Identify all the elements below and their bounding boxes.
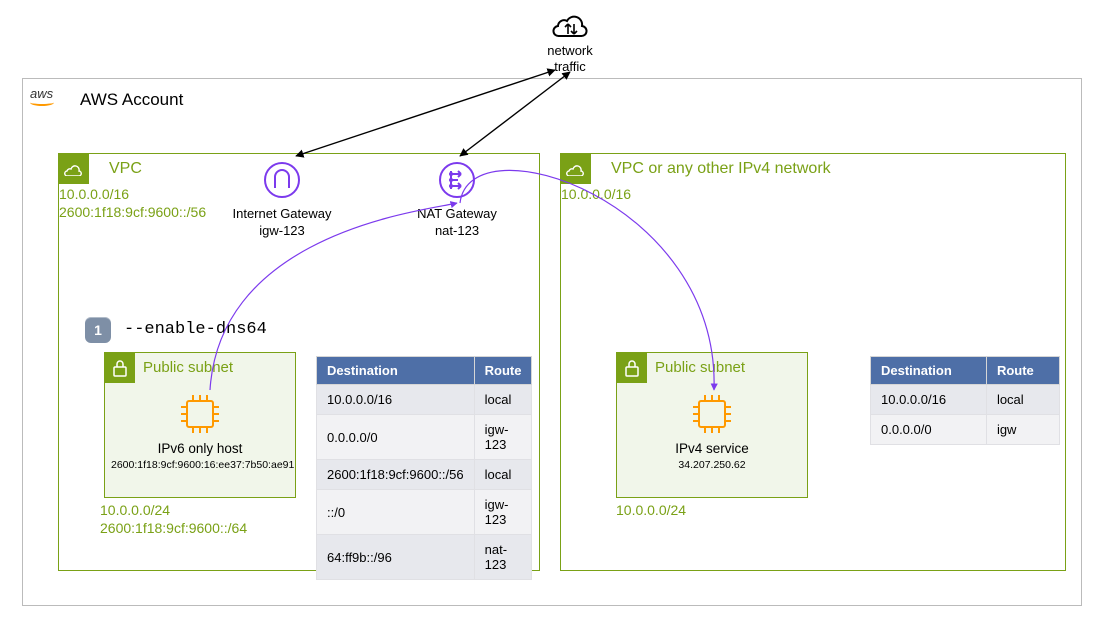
route-table-right: Destination Route 10.0.0.0/16local 0.0.0…	[870, 356, 1060, 445]
vpc-left-cidr: 10.0.0.0/16 2600:1f18:9cf:9600::/56	[59, 186, 206, 221]
subnet-right-cidr: 10.0.0.0/24	[616, 502, 686, 520]
table-row: 64:ff9b::/96nat-123	[317, 535, 532, 580]
public-subnet-right: Public subnet IPv4 service 34.207.250.62	[616, 352, 808, 498]
table-row: 10.0.0.0/16local	[871, 385, 1060, 415]
nat-gateway: NAT Gateway nat-123	[397, 160, 517, 239]
vpc-icon	[561, 154, 591, 184]
network-traffic-label: network traffic	[540, 43, 600, 74]
natgw-icon	[437, 160, 477, 200]
vpc-left-title: VPC	[109, 160, 142, 178]
table-row: 10.0.0.0/16local	[317, 385, 532, 415]
table-row: 0.0.0.0/0igw-123	[317, 415, 532, 460]
route-table-left: Destination Route 10.0.0.0/16local 0.0.0…	[316, 356, 532, 580]
table-row: ::/0igw-123	[317, 490, 532, 535]
natgw-id: nat-123	[397, 223, 517, 239]
igw-id: igw-123	[222, 223, 342, 239]
subnet-icon	[105, 353, 135, 383]
natgw-name: NAT Gateway	[397, 206, 517, 222]
igw-name: Internet Gateway	[222, 206, 342, 222]
table-row: 2600:1f18:9cf:9600::/56local	[317, 460, 532, 490]
rt1-h1: Route	[474, 357, 532, 385]
host-right-label: IPv4 service	[617, 441, 807, 456]
subnet-left-title: Public subnet	[143, 359, 233, 376]
host-left-label: IPv6 only host	[105, 441, 295, 456]
host-icon	[689, 391, 735, 437]
aws-account-title: AWS Account	[80, 90, 183, 110]
vpc-right-cidr: 10.0.0.0/16	[561, 186, 631, 204]
subnet-right-title: Public subnet	[655, 359, 745, 376]
rt2-h1: Route	[986, 357, 1059, 385]
rt1-h0: Destination	[317, 357, 475, 385]
vpc-right-title: VPC or any other IPv4 network	[611, 160, 831, 178]
aws-logo: aws	[30, 86, 54, 106]
table-row: 0.0.0.0/0igw	[871, 415, 1060, 445]
step-badge-1: 1	[85, 317, 111, 343]
vpc-icon	[59, 154, 89, 184]
public-subnet-left: Public subnet IPv6 only host 2600:1f18:9…	[104, 352, 296, 498]
network-traffic: network traffic	[540, 2, 600, 74]
igw-icon	[262, 160, 302, 200]
rt2-h0: Destination	[871, 357, 987, 385]
host-icon	[177, 391, 223, 437]
internet-gateway: Internet Gateway igw-123	[222, 160, 342, 239]
enable-dns64-flag: --enable-dns64	[124, 320, 267, 339]
host-left-addr: 2600:1f18:9cf:9600:16:ee37:7b50:ae91	[111, 459, 289, 471]
host-right-addr: 34.207.250.62	[623, 459, 801, 471]
subnet-left-cidr: 10.0.0.0/24 2600:1f18:9cf:9600::/64	[100, 502, 247, 537]
subnet-icon	[617, 353, 647, 383]
cloud-icon	[546, 2, 594, 38]
